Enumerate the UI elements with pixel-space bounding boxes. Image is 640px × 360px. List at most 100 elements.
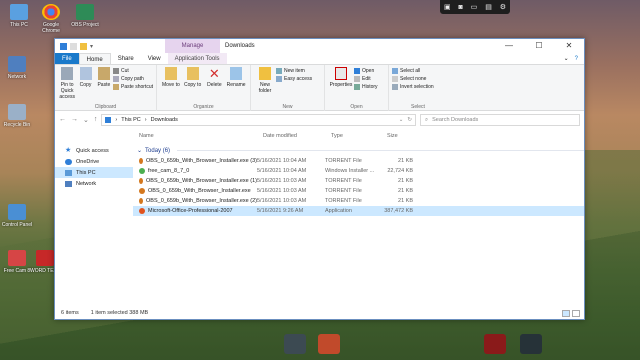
taskbar-app-icon[interactable] bbox=[484, 334, 506, 354]
breadcrumb-downloads[interactable]: Downloads bbox=[151, 117, 178, 123]
close-button[interactable]: ✕ bbox=[554, 39, 584, 53]
control-panel-icon bbox=[8, 204, 26, 220]
video-icon[interactable]: ▭ bbox=[471, 3, 478, 11]
file-row[interactable]: free_cam_8_7_0 5/16/2021 10:04 AM Windows … bbox=[133, 166, 584, 176]
camera-icon[interactable]: ◙ bbox=[459, 4, 463, 11]
easy-access-button[interactable]: Easy access bbox=[276, 76, 312, 82]
history-button[interactable]: History bbox=[354, 84, 378, 90]
large-icons-view-icon[interactable] bbox=[572, 309, 580, 317]
file-row[interactable]: OBS_0_659b_With_Browser_Installer.exe 5/1… bbox=[133, 186, 584, 196]
paste-shortcut-button[interactable]: Paste shortcut bbox=[113, 84, 153, 90]
new-item-button[interactable]: New item bbox=[276, 68, 312, 74]
edit-button[interactable]: Edit bbox=[354, 76, 378, 82]
desktop-icon-recycle-bin[interactable]: Recycle Bin bbox=[0, 104, 34, 128]
settings-icon[interactable]: ⚙ bbox=[500, 3, 506, 11]
search-box[interactable]: ⌕ Search Downloads bbox=[420, 114, 580, 126]
taskbar-app-icon[interactable] bbox=[284, 334, 306, 354]
open-button[interactable]: Open bbox=[354, 68, 378, 74]
file-date: 5/16/2021 9:26 AM bbox=[257, 208, 304, 214]
taskbar-app-icon[interactable] bbox=[520, 334, 542, 354]
minimize-button[interactable]: — bbox=[494, 39, 524, 53]
file-list: Name Date modified Type Size ⌄ Today (6)… bbox=[133, 129, 584, 307]
address-dropdown-icon[interactable]: ⌄ bbox=[399, 117, 404, 123]
file-name: OBS_0_659b_With_Browser_Installer.exe (3… bbox=[146, 158, 257, 164]
select-all-icon bbox=[392, 68, 398, 74]
back-arrow-icon[interactable]: ← bbox=[59, 116, 66, 124]
recorder-toolbar: ▣ ◙ ▭ ▤ ⚙ bbox=[440, 0, 510, 14]
customize-qat-icon[interactable]: ▾ bbox=[90, 43, 93, 50]
chevron-down-icon[interactable]: ⌄ bbox=[564, 55, 569, 62]
nav-item-quick-access[interactable]: ★ Quick access bbox=[55, 145, 133, 156]
file-type: Windows Installer ... bbox=[325, 168, 375, 174]
copy-path-button[interactable]: Copy path bbox=[113, 76, 153, 82]
file-date: 5/16/2021 10:04 AM bbox=[257, 168, 307, 174]
select-all-button[interactable]: Select all bbox=[392, 68, 434, 74]
nav-item-network[interactable]: Network bbox=[55, 178, 133, 189]
desktop-icon-obs-project[interactable]: OBS Project bbox=[68, 4, 102, 28]
file-type: TORRENT File bbox=[325, 158, 362, 164]
status-bar: 6 items 1 item selected 388 MB bbox=[55, 307, 584, 319]
nav-item-onedrive[interactable]: OneDrive bbox=[55, 156, 133, 167]
file-name: OBS_0_659b_With_Browser_Installer.exe bbox=[148, 188, 251, 194]
desktop-icon-network[interactable]: Network bbox=[0, 56, 34, 80]
file-type: Application bbox=[325, 208, 352, 214]
tab-home[interactable]: Home bbox=[78, 53, 111, 64]
free-cam-icon bbox=[8, 250, 26, 266]
invert-selection-button[interactable]: Invert selection bbox=[392, 84, 434, 90]
select-none-button[interactable]: Select none bbox=[392, 76, 434, 82]
maximize-button[interactable]: ☐ bbox=[524, 39, 554, 53]
file-row[interactable]: OBS_0_659b_With_Browser_Installer.exe (3… bbox=[133, 156, 584, 166]
word-icon bbox=[36, 250, 54, 266]
up-arrow-icon[interactable]: ↑ bbox=[94, 116, 98, 124]
properties-quick-icon[interactable] bbox=[70, 42, 77, 50]
network-icon bbox=[65, 180, 72, 187]
forward-arrow-icon[interactable]: → bbox=[71, 116, 78, 124]
nav-item-this-pc[interactable]: This PC bbox=[55, 167, 133, 178]
tab-application-tools[interactable]: Application Tools bbox=[167, 53, 227, 64]
file-date: 5/16/2021 10:03 AM bbox=[257, 178, 307, 184]
open-group: Properties Open Edit History Open bbox=[325, 65, 389, 111]
details-view-icon[interactable] bbox=[562, 309, 570, 317]
file-type-icon bbox=[139, 188, 145, 194]
file-row[interactable]: OBS_0_659b_With_Browser_Installer.exe (1… bbox=[133, 176, 584, 186]
desktop-icon-chrome[interactable]: Google Chrome bbox=[34, 4, 68, 34]
file-type-icon bbox=[139, 168, 145, 174]
navigation-pane: ★ Quick access OneDrive This PC Network bbox=[55, 129, 133, 307]
taskbar-app-icon[interactable] bbox=[318, 334, 340, 354]
recent-chevron-icon[interactable]: ⌄ bbox=[83, 116, 89, 124]
organize-label: Organize bbox=[193, 104, 214, 110]
clipboard-label: Clipboard bbox=[94, 104, 117, 110]
delete-icon: ✕ bbox=[208, 66, 220, 81]
column-type[interactable]: Type bbox=[331, 133, 387, 139]
quick-access-toolbar: ▾ bbox=[55, 42, 93, 50]
manage-contextual-tab[interactable]: Manage bbox=[165, 39, 220, 53]
file-name-cell: OBS_0_659b_With_Browser_Installer.exe (1… bbox=[133, 178, 257, 184]
tab-view[interactable]: View bbox=[141, 53, 168, 64]
cut-button[interactable]: Cut bbox=[113, 68, 153, 74]
file-row[interactable]: OBS_0_659b_With_Browser_Installer.exe (2… bbox=[133, 196, 584, 206]
capture-icon[interactable]: ▣ bbox=[444, 3, 451, 11]
file-size: 21 KB bbox=[398, 158, 413, 164]
column-size[interactable]: Size bbox=[387, 133, 419, 139]
column-date-modified[interactable]: Date modified bbox=[263, 133, 331, 139]
desktop-icon-this-pc[interactable]: This PC bbox=[2, 4, 36, 28]
refresh-icon[interactable]: ↻ bbox=[407, 117, 412, 123]
selection-info: 1 item selected 388 MB bbox=[90, 310, 149, 316]
column-name[interactable]: Name bbox=[133, 133, 263, 139]
address-bar[interactable]: › This PC › Downloads ⌄ ↻ bbox=[101, 114, 416, 126]
breadcrumb-this-pc[interactable]: This PC bbox=[121, 117, 141, 123]
group-header-today[interactable]: ⌄ Today (6) bbox=[133, 145, 584, 156]
new-item-icon bbox=[276, 68, 282, 74]
file-name-cell: free_cam_8_7_0 bbox=[133, 168, 257, 174]
select-none-icon bbox=[392, 76, 398, 82]
desktop-icon-control-panel[interactable]: Control Panel bbox=[0, 204, 34, 228]
paste-shortcut-icon bbox=[113, 84, 120, 90]
select-group: Select all Select none Invert selection … bbox=[389, 65, 447, 111]
network-icon bbox=[8, 56, 26, 72]
new-folder-quick-icon[interactable] bbox=[80, 42, 87, 50]
file-row[interactable]: Microsoft-Office-Professional-2007 5/16/2… bbox=[133, 206, 584, 216]
tab-file[interactable]: File bbox=[55, 53, 79, 64]
tab-share[interactable]: Share bbox=[111, 53, 141, 64]
help-icon[interactable]: ? bbox=[575, 56, 578, 62]
image-icon[interactable]: ▤ bbox=[485, 3, 492, 11]
